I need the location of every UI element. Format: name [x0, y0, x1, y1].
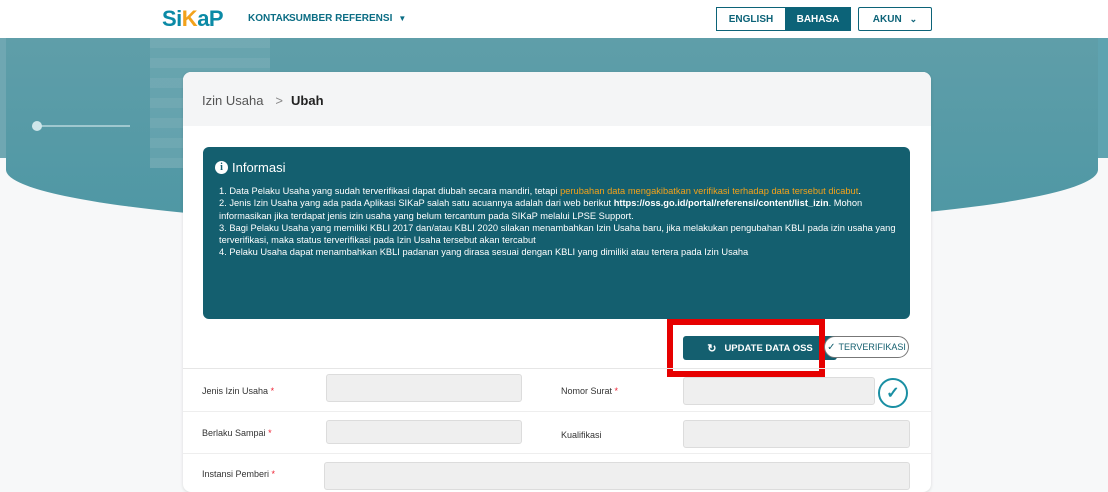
card-header: Izin Usaha > Ubah — [183, 72, 931, 126]
nomor-surat-input[interactable] — [683, 377, 875, 405]
breadcrumb-current: Ubah — [291, 93, 324, 108]
check-circle-icon: ✓ — [878, 378, 908, 408]
nomor-surat-label: Nomor Surat * — [561, 386, 619, 396]
berlaku-sampai-label: Berlaku Sampai * — [202, 428, 272, 438]
check-icon: ✓ — [827, 341, 836, 353]
chevron-down-icon: ⌄ — [909, 13, 918, 24]
nav-kontak[interactable]: KONTAK — [248, 13, 290, 24]
jenis-izin-input[interactable] — [326, 374, 522, 402]
breadcrumb-separator: > — [275, 93, 284, 108]
berlaku-sampai-input[interactable] — [326, 420, 522, 444]
breadcrumb: Izin Usaha > Ubah — [202, 93, 324, 108]
lang-english-button[interactable]: ENGLISH — [716, 7, 786, 31]
caret-down-icon: ▼ — [398, 14, 407, 23]
sikap-logo[interactable]: SiKaP — [162, 6, 224, 32]
lamp-light — [32, 121, 42, 131]
row-divider — [183, 411, 931, 412]
info-list: 1. Data Pelaku Usaha yang sudah terverif… — [219, 185, 899, 259]
info-item-4: 4. Pelaku Usaha dapat menambahkan KBLI p… — [219, 247, 749, 258]
info-panel: i Informasi 1. Data Pelaku Usaha yang su… — [203, 147, 910, 319]
instansi-pemberi-label: Instansi Pemberi * — [202, 469, 276, 479]
top-navbar: SiKaP KONTAK SUMBER REFERENSI ▼ ENGLISH B… — [0, 0, 1108, 38]
info-title: i Informasi — [215, 160, 285, 175]
breadcrumb-parent[interactable]: Izin Usaha — [202, 93, 263, 108]
akun-menu-button[interactable]: AKUN ⌄ — [858, 7, 932, 31]
main-card: Izin Usaha > Ubah i Informasi 1. Data Pela… — [183, 72, 931, 492]
kualifikasi-label: Kualifikasi — [561, 430, 602, 440]
info-item-1: 1. Data Pelaku Usaha yang sudah terverif… — [219, 186, 861, 196]
jenis-izin-label: Jenis Izin Usaha * — [202, 386, 275, 396]
oss-link[interactable]: https://oss.go.id/portal/referensi/conte… — [614, 198, 829, 208]
kualifikasi-select[interactable] — [683, 420, 910, 448]
info-icon: i — [215, 161, 228, 174]
row-divider — [183, 453, 931, 454]
section-divider — [183, 368, 931, 369]
terverifikasi-button[interactable]: ✓ TERVERIFIKASI — [824, 336, 909, 358]
lamp-pole — [40, 125, 130, 127]
nav-sumber-referensi[interactable]: SUMBER REFERENSI ▼ — [289, 13, 406, 24]
info-item-2: 2. Jenis Izin Usaha yang ada pada Aplika… — [219, 198, 863, 221]
lang-bahasa-button[interactable]: BAHASA — [785, 7, 851, 31]
info-item-3: 3. Bagi Pelaku Usaha yang memiliki KBLI … — [219, 222, 896, 246]
